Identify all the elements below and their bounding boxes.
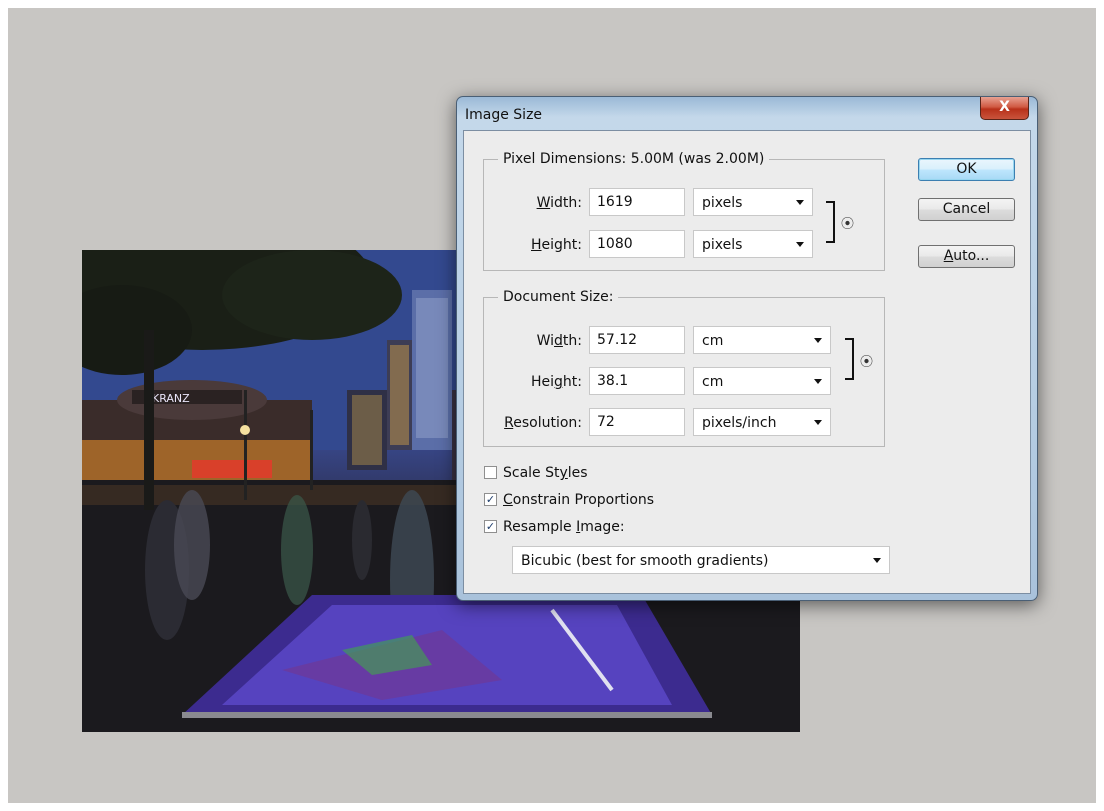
- doc-width-unit-value: cm: [702, 333, 724, 349]
- pixel-height-input[interactable]: 1080: [589, 230, 685, 258]
- resolution-unit-select[interactable]: pixels/inch: [693, 408, 831, 436]
- pixel-dimensions-legend: Pixel Dimensions: 5.00M (was 2.00M): [503, 151, 765, 167]
- chevron-down-icon: [873, 558, 881, 563]
- chevron-down-icon: [814, 420, 822, 425]
- checkmark-icon[interactable]: ✓: [484, 493, 497, 506]
- checkmark-icon[interactable]: ✓: [484, 520, 497, 533]
- svg-text:KRANZ: KRANZ: [152, 392, 190, 405]
- close-button[interactable]: X: [980, 97, 1029, 120]
- doc-height-label: Height:: [530, 374, 582, 390]
- doc-width-unit-select[interactable]: cm: [693, 326, 831, 354]
- resample-method-select[interactable]: Bicubic (best for smooth gradients): [512, 546, 890, 574]
- cancel-button[interactable]: Cancel: [918, 198, 1015, 221]
- pixel-width-label: Width:: [536, 195, 582, 211]
- resolution-unit-value: pixels/inch: [702, 415, 777, 431]
- dialog-body: Pixel Dimensions: 5.00M (was 2.00M) Widt…: [463, 130, 1031, 594]
- doc-height-unit-value: cm: [702, 374, 724, 390]
- chain-link-icon: ⦿: [841, 217, 855, 232]
- doc-width-input[interactable]: 57.12: [589, 326, 685, 354]
- pixel-height-unit-select[interactable]: pixels: [693, 230, 813, 258]
- resample-method-value: Bicubic (best for smooth gradients): [521, 553, 769, 569]
- chevron-down-icon: [796, 242, 804, 247]
- ok-button[interactable]: OK: [918, 158, 1015, 181]
- scale-styles-label: Scale Styles: [503, 465, 588, 481]
- pixel-link-bracket: [826, 201, 835, 243]
- pixel-height-label: Height:: [531, 237, 582, 253]
- chevron-down-icon: [796, 200, 804, 205]
- pixel-width-unit-value: pixels: [702, 195, 743, 211]
- doc-height-unit-select[interactable]: cm: [693, 367, 831, 395]
- resolution-label: Resolution:: [504, 415, 582, 431]
- chevron-down-icon: [814, 379, 822, 384]
- pixel-height-unit-value: pixels: [702, 237, 743, 253]
- constrain-proportions-label: Constrain Proportions: [503, 492, 655, 508]
- pixel-width-unit-select[interactable]: pixels: [693, 188, 813, 216]
- doc-height-input[interactable]: 38.1: [589, 367, 685, 395]
- pixel-width-input[interactable]: 1619: [589, 188, 685, 216]
- checkbox-box[interactable]: [484, 466, 497, 479]
- chevron-down-icon: [814, 338, 822, 343]
- auto-button[interactable]: Auto...: [918, 245, 1015, 268]
- title-bar[interactable]: Image Size X: [457, 97, 1037, 131]
- document-size-legend: Document Size:: [503, 289, 614, 305]
- doc-width-label: Width:: [536, 333, 582, 349]
- resolution-input[interactable]: 72: [589, 408, 685, 436]
- close-icon: X: [999, 99, 1010, 115]
- dialog-title: Image Size: [465, 107, 543, 123]
- chain-link-icon: ⦿: [860, 355, 874, 370]
- doc-link-bracket: [845, 338, 854, 380]
- resample-image-label: Resample Image:: [503, 519, 625, 535]
- image-size-dialog: Image Size X Pixel Dimensions: 5.00M (wa…: [456, 96, 1038, 601]
